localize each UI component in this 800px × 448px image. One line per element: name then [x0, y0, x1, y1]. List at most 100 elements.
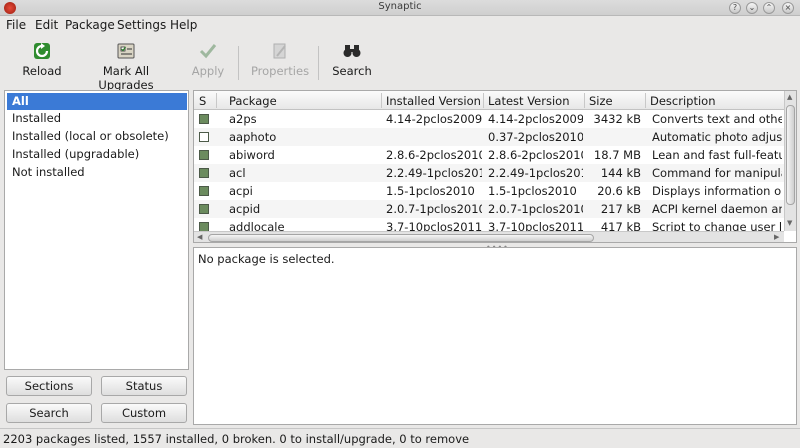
- package-name: acpid: [229, 202, 261, 216]
- installed-version: 3.7-10pclos2011: [386, 220, 482, 231]
- mark-all-upgrades-button[interactable]: Mark All Upgrades: [76, 42, 176, 92]
- installed-version: 2.2.49-1pclos2010: [386, 166, 482, 180]
- properties-label: Properties: [250, 64, 310, 78]
- table-row[interactable]: acl 2.2.49-1pclos2010 2.2.49-1pclos2010 …: [194, 164, 784, 182]
- installed-status-icon[interactable]: [199, 114, 209, 124]
- table-row[interactable]: addlocale 3.7-10pclos2011 3.7-10pclos201…: [194, 218, 784, 231]
- binoculars-icon: [343, 45, 361, 57]
- latest-version: 3.7-10pclos2011: [488, 220, 583, 231]
- package-description: ACPI kernel daemon and: [652, 202, 782, 216]
- scroll-left-icon[interactable]: ◀: [197, 233, 202, 241]
- reload-button[interactable]: Reload: [20, 42, 64, 84]
- table-row[interactable]: abiword 2.8.6-2pclos2010 2.8.6-2pclos201…: [194, 146, 784, 164]
- col-size[interactable]: Size: [589, 94, 613, 108]
- scroll-up-icon[interactable]: ▲: [787, 93, 792, 101]
- table-header: S Package Installed Version Latest Versi…: [194, 91, 784, 110]
- vertical-scrollbar[interactable]: ▲ ▼: [784, 91, 796, 231]
- table-row[interactable]: acpi 1.5-1pclos2010 1.5-1pclos2010 20.6 …: [194, 182, 784, 200]
- minimize-icon[interactable]: ⌄: [746, 2, 758, 14]
- installed-status-icon[interactable]: [199, 150, 209, 160]
- status-button[interactable]: Status: [101, 376, 187, 396]
- installed-version: 2.8.6-2pclos2010: [386, 148, 482, 162]
- latest-version: 0.37-2pclos2010: [488, 130, 583, 144]
- column-divider[interactable]: [216, 93, 217, 108]
- latest-version: 4.14-2pclos2009: [488, 112, 583, 126]
- filter-installed-local[interactable]: Installed (local or obsolete): [7, 128, 187, 145]
- close-icon[interactable]: ×: [782, 2, 794, 14]
- vertical-scroll-thumb[interactable]: [786, 105, 795, 205]
- table-row[interactable]: a2ps 4.14-2pclos2009 4.14-2pclos2009 343…: [194, 110, 784, 128]
- installed-status-icon[interactable]: [199, 168, 209, 178]
- package-description: Lean and fast full-feature: [652, 148, 782, 162]
- menubar: File Edit Package Settings Help: [0, 16, 800, 36]
- column-divider[interactable]: [381, 93, 382, 108]
- filter-not-installed[interactable]: Not installed: [7, 164, 187, 181]
- installed-version: 4.14-2pclos2009: [386, 112, 482, 126]
- horizontal-scrollbar[interactable]: ◀ ▶: [194, 231, 784, 242]
- apply-button[interactable]: Apply: [188, 42, 228, 84]
- menu-file[interactable]: File: [6, 18, 26, 32]
- search-label: Search: [332, 64, 372, 78]
- package-description: Converts text and other: [652, 112, 782, 126]
- column-divider[interactable]: [584, 93, 585, 108]
- package-size: 217 kB: [600, 202, 641, 216]
- toolbar-separator: [318, 46, 319, 80]
- toolbar-separator: [238, 46, 239, 80]
- custom-button[interactable]: Custom: [101, 403, 187, 423]
- status-text: 2203 packages listed, 1557 installed, 0 …: [3, 432, 470, 446]
- latest-version: 1.5-1pclos2010: [488, 184, 577, 198]
- search-button[interactable]: Search: [330, 42, 374, 84]
- filter-list: All Installed Installed (local or obsole…: [4, 90, 189, 370]
- help-window-icon[interactable]: ?: [729, 2, 741, 14]
- sections-button[interactable]: Sections: [6, 376, 92, 396]
- apply-check-icon: [199, 44, 217, 59]
- mark-all-upgrades-label: Mark All Upgrades: [98, 64, 154, 92]
- menu-edit[interactable]: Edit: [35, 18, 58, 32]
- col-latest-version[interactable]: Latest Version: [488, 94, 569, 108]
- properties-icon: [273, 43, 286, 59]
- package-name: aaphoto: [229, 130, 277, 144]
- package-size: 18.7 MB: [593, 148, 641, 162]
- col-package[interactable]: Package: [229, 94, 277, 108]
- package-size: 3432 kB: [593, 112, 641, 126]
- not-installed-status-icon[interactable]: [199, 132, 209, 142]
- latest-version: 2.8.6-2pclos2010: [488, 148, 583, 162]
- package-description: Command for manipulat: [652, 166, 782, 180]
- window-titlebar: Synaptic ? ⌄ ⌃ ×: [0, 0, 800, 16]
- scroll-down-icon[interactable]: ▼: [787, 219, 792, 227]
- maximize-icon[interactable]: ⌃: [763, 2, 775, 14]
- column-divider[interactable]: [645, 93, 646, 108]
- scroll-right-icon[interactable]: ▶: [774, 233, 779, 241]
- reload-label: Reload: [22, 64, 62, 78]
- package-name: acl: [229, 166, 246, 180]
- col-status[interactable]: S: [199, 94, 206, 108]
- latest-version: 2.0.7-1pclos2010: [488, 202, 583, 216]
- menu-help[interactable]: Help: [170, 18, 197, 32]
- col-installed-version[interactable]: Installed Version: [386, 94, 481, 108]
- window-title: Synaptic: [378, 1, 422, 12]
- installed-status-icon[interactable]: [199, 204, 209, 214]
- reload-icon: [34, 43, 50, 59]
- table-row[interactable]: aaphoto 0.37-2pclos2010 Automatic photo …: [194, 128, 784, 146]
- installed-status-icon[interactable]: [199, 186, 209, 196]
- package-name: a2ps: [229, 112, 257, 126]
- package-table: S Package Installed Version Latest Versi…: [193, 90, 797, 243]
- filter-installed[interactable]: Installed: [7, 110, 187, 127]
- toolbar: Reload Mark All Upgrades Apply Propertie…: [0, 36, 800, 92]
- column-divider[interactable]: [483, 93, 484, 108]
- col-description[interactable]: Description: [650, 94, 716, 108]
- menu-settings[interactable]: Settings: [117, 18, 166, 32]
- search-filter-button[interactable]: Search: [6, 403, 92, 423]
- filter-all[interactable]: All: [7, 93, 187, 110]
- package-description: Displays information on: [652, 184, 782, 198]
- horizontal-scroll-thumb[interactable]: [208, 234, 594, 242]
- package-size: 20.6 kB: [597, 184, 641, 198]
- installed-status-icon[interactable]: [199, 222, 209, 231]
- properties-button[interactable]: Properties: [248, 42, 312, 84]
- table-row[interactable]: acpid 2.0.7-1pclos2010 2.0.7-1pclos2010 …: [194, 200, 784, 218]
- menu-package[interactable]: Package: [65, 18, 115, 32]
- filter-installed-upgradable[interactable]: Installed (upgradable): [7, 146, 187, 163]
- package-description: Script to change user lo: [652, 220, 782, 231]
- apply-label: Apply: [191, 64, 225, 78]
- installed-version: 1.5-1pclos2010: [386, 184, 475, 198]
